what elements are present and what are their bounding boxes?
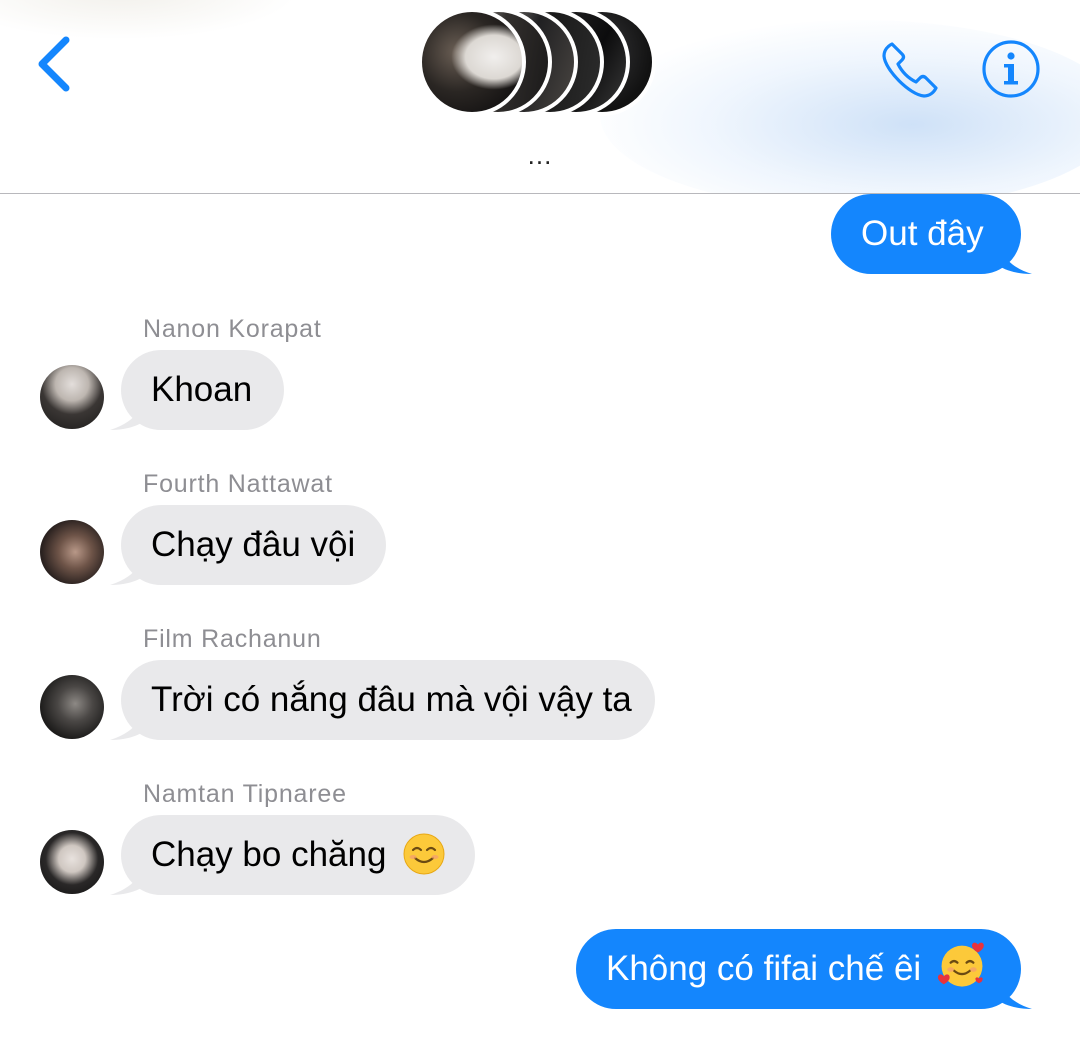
sender-name: Nanon Korapat (143, 315, 322, 343)
back-button[interactable] (30, 30, 80, 100)
message-thread[interactable]: Out đây Nanon Korapat Khoan Fourth Natta… (0, 194, 1080, 1044)
incoming-message-bubble[interactable]: Khoan (121, 350, 284, 430)
group-avatar-stack[interactable] (418, 8, 668, 118)
phone-icon (882, 42, 938, 98)
smiling-face-icon (403, 833, 445, 875)
message-text: Trời có nắng đâu mà vội vậy ta (151, 680, 632, 719)
sender-name: Film Rachanun (143, 625, 322, 653)
outgoing-message-bubble[interactable]: Out đây (831, 194, 1021, 274)
sender-avatar[interactable] (40, 675, 104, 739)
sender-avatar[interactable] (40, 365, 104, 429)
call-button[interactable] (878, 38, 942, 102)
outgoing-message-bubble[interactable]: Không có fifai chế êi (576, 929, 1021, 1009)
sender-avatar[interactable] (40, 520, 104, 584)
sender-name: Namtan Tipnaree (143, 780, 347, 808)
info-button[interactable] (981, 39, 1041, 99)
group-name[interactable]: ... (0, 140, 1080, 171)
info-circle-icon (982, 40, 1040, 98)
message-text: Chạy bo chăng (151, 835, 387, 874)
incoming-message-bubble[interactable]: Chạy đâu vội (121, 505, 386, 585)
incoming-message-bubble[interactable]: Chạy bo chăng (121, 815, 475, 895)
message-text: Khoan (151, 370, 253, 409)
message-text: Chạy đâu vội (151, 525, 356, 564)
sender-name: Fourth Nattawat (143, 470, 333, 498)
incoming-message-bubble[interactable]: Trời có nắng đâu mà vội vậy ta (121, 660, 655, 740)
sender-avatar[interactable] (40, 830, 104, 894)
chevron-left-icon (38, 36, 70, 92)
conversation-header: ... (0, 0, 1080, 194)
smiling-face-with-hearts-icon (937, 942, 984, 987)
group-member-avatar (418, 8, 526, 116)
message-text: Không có fifai chế êi (606, 949, 922, 988)
message-text: Out đây (861, 214, 984, 253)
